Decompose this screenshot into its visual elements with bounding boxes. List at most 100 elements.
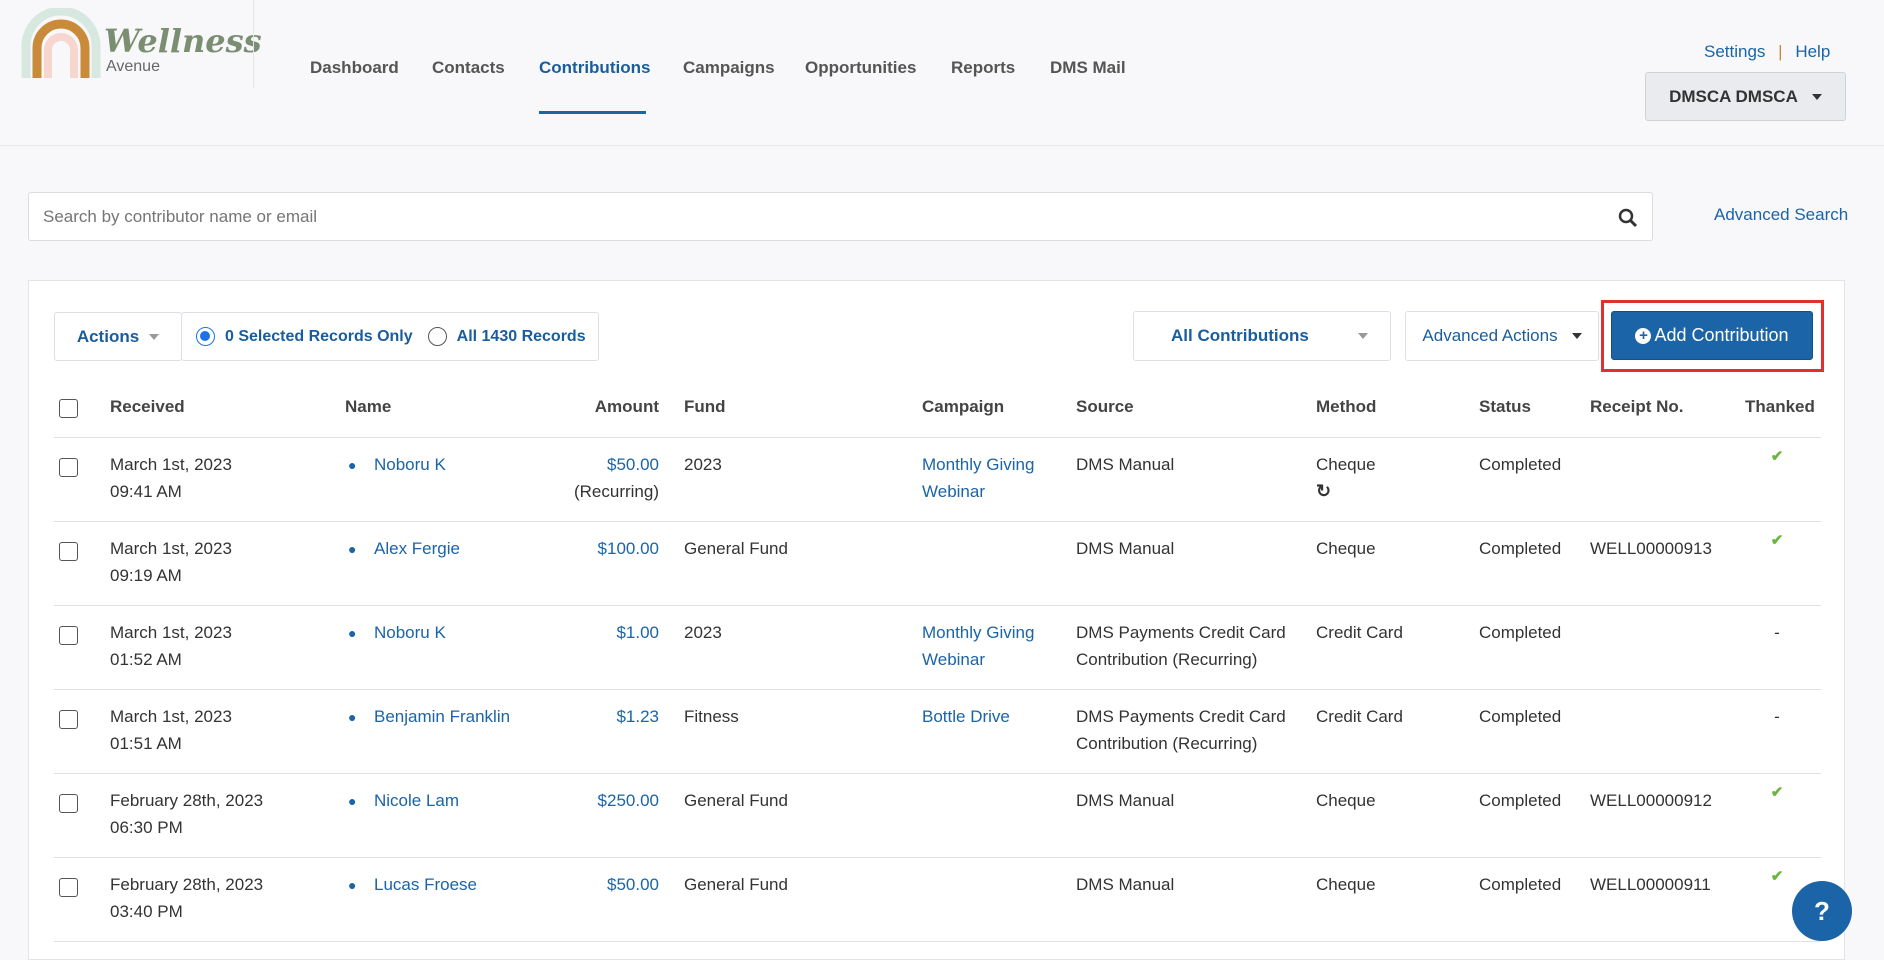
help-link[interactable]: Help <box>1795 42 1830 61</box>
method-text: Cheque <box>1316 455 1376 474</box>
user-icon: ● <box>348 793 357 809</box>
col-amount[interactable]: Amount <box>560 397 659 417</box>
nav-opportunities[interactable]: Opportunities <box>805 58 916 78</box>
received-cell: March 1st, 2023 09:19 AM <box>110 535 232 589</box>
source-cell: DMS Manual <box>1076 787 1174 814</box>
source-line1: DMS Manual <box>1076 539 1175 558</box>
received-cell: March 1st, 2023 01:51 AM <box>110 703 232 757</box>
row-divider <box>54 857 1821 858</box>
row-checkbox[interactable] <box>59 542 78 561</box>
contact-link[interactable]: Noboru K <box>374 623 446 642</box>
row-checkbox[interactable] <box>59 626 78 645</box>
row-checkbox[interactable] <box>59 458 78 477</box>
campaign-link-line2[interactable]: Webinar <box>922 478 1034 505</box>
received-date: March 1st, 2023 <box>110 539 232 558</box>
contact-link[interactable]: Noboru K <box>374 455 446 474</box>
contact-link[interactable]: Benjamin Franklin <box>374 707 510 726</box>
all-records-label[interactable]: All 1430 Records <box>457 328 586 346</box>
campaign-link[interactable]: Monthly Giving <box>922 619 1034 646</box>
fund-cell: General Fund <box>684 539 788 558</box>
status-cell: Completed <box>1479 539 1562 558</box>
amount-cell: $50.00 (Recurring) <box>520 451 659 505</box>
add-contribution-button[interactable]: + Add Contribution <box>1611 311 1813 360</box>
contact-link[interactable]: Lucas Froese <box>374 875 477 894</box>
received-date: February 28th, 2023 <box>110 875 264 894</box>
name-cell: ● Benjamin Franklin <box>348 703 510 731</box>
select-all-checkbox[interactable] <box>59 399 78 418</box>
received-date: February 28th, 2023 <box>110 791 264 810</box>
col-received[interactable]: Received <box>110 397 185 417</box>
amount-link[interactable]: $1.00 <box>520 619 659 646</box>
amount-cell: $50.00 <box>520 871 659 898</box>
col-status[interactable]: Status <box>1479 397 1531 417</box>
campaign-link[interactable]: Bottle Drive <box>922 703 1010 730</box>
col-fund[interactable]: Fund <box>684 397 726 417</box>
method-text: Cheque <box>1316 791 1376 810</box>
thanked-check-icon: ✔ <box>1770 448 1784 465</box>
campaign-cell: Monthly Giving Webinar <box>922 619 1034 673</box>
campaign-link-line2[interactable]: Webinar <box>922 646 1034 673</box>
col-source[interactable]: Source <box>1076 397 1134 417</box>
col-name[interactable]: Name <box>345 397 391 417</box>
name-cell: ● Alex Fergie <box>348 535 460 563</box>
col-campaign[interactable]: Campaign <box>922 397 1004 417</box>
advanced-actions-dropdown[interactable]: Advanced Actions <box>1405 311 1599 361</box>
radio-selected-only[interactable] <box>196 327 215 346</box>
radio-all-records[interactable] <box>427 327 447 346</box>
amount-link[interactable]: $50.00 <box>520 871 659 898</box>
status-cell: Completed <box>1479 707 1562 726</box>
user-icon: ● <box>348 709 357 725</box>
method-text: Credit Card <box>1316 707 1403 726</box>
campaign-link[interactable]: Monthly Giving <box>922 451 1034 478</box>
source-line1: DMS Payments Credit Card <box>1076 707 1286 726</box>
received-time: 03:40 PM <box>110 902 183 921</box>
user-icon: ● <box>348 457 357 473</box>
col-thanked[interactable]: Thanked <box>1745 397 1815 417</box>
fund-cell: Fitness <box>684 707 739 726</box>
recurring-icon: ↻ <box>1316 481 1332 501</box>
row-checkbox[interactable] <box>59 710 78 729</box>
amount-note: (Recurring) <box>573 482 659 501</box>
user-menu-button[interactable]: DMSCA DMSCA <box>1645 72 1846 121</box>
selected-records-label[interactable]: 0 Selected Records Only <box>225 328 413 346</box>
caret-down-icon <box>1571 333 1582 339</box>
source-line1: DMS Manual <box>1076 455 1175 474</box>
receipt-cell: WELL00000912 <box>1590 791 1712 810</box>
nav-reports[interactable]: Reports <box>951 58 1015 78</box>
nav-contacts[interactable]: Contacts <box>432 58 505 78</box>
row-divider <box>54 773 1821 774</box>
row-checkbox[interactable] <box>59 794 78 813</box>
amount-link[interactable]: $1.23 <box>520 703 659 730</box>
col-method[interactable]: Method <box>1316 397 1376 417</box>
source-line2: Contribution (Recurring) <box>1076 650 1258 669</box>
advanced-search-link[interactable]: Advanced Search <box>1714 205 1848 225</box>
search-input[interactable] <box>29 193 1652 240</box>
name-cell: ● Noboru K <box>348 619 446 647</box>
amount-link[interactable]: $50.00 <box>520 451 659 478</box>
user-menu-label: DMSCA DMSCA <box>1669 86 1798 106</box>
col-receipt[interactable]: Receipt No. <box>1590 397 1684 417</box>
status-cell: Completed <box>1479 875 1562 894</box>
amount-link[interactable]: $100.00 <box>520 535 659 562</box>
settings-link[interactable]: Settings <box>1704 42 1765 61</box>
advanced-actions-label: Advanced Actions <box>1422 326 1558 345</box>
name-cell: ● Nicole Lam <box>348 787 459 815</box>
campaign-cell: Monthly Giving Webinar <box>922 451 1034 505</box>
contribution-filter-select[interactable]: All Contributions <box>1133 311 1391 361</box>
contact-link[interactable]: Alex Fergie <box>374 539 460 558</box>
nav-dms-mail[interactable]: DMS Mail <box>1050 58 1126 78</box>
method-text: Cheque <box>1316 875 1376 894</box>
actions-dropdown[interactable]: Actions <box>54 312 182 361</box>
row-checkbox[interactable] <box>59 878 78 897</box>
received-date: March 1st, 2023 <box>110 623 232 642</box>
received-time: 06:30 PM <box>110 818 183 837</box>
search-icon[interactable] <box>1618 208 1638 228</box>
nav-dashboard[interactable]: Dashboard <box>310 58 399 78</box>
help-bubble-button[interactable]: ? <box>1792 881 1852 941</box>
amount-link[interactable]: $250.00 <box>520 787 659 814</box>
nav-campaigns[interactable]: Campaigns <box>683 58 775 78</box>
user-icon: ● <box>348 877 357 893</box>
nav-contributions[interactable]: Contributions <box>539 58 650 78</box>
method-cell: Cheque ↻ <box>1316 451 1376 505</box>
contact-link[interactable]: Nicole Lam <box>374 791 459 810</box>
